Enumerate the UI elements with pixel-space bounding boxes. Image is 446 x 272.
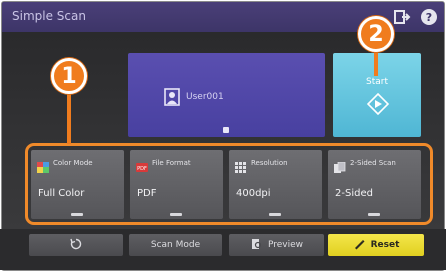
setting-two-sided-scan[interactable]: 2-Sided Scan 2-Sided — [328, 150, 421, 219]
card-indicator — [71, 213, 83, 216]
start-label: Start — [366, 77, 388, 87]
app-title: Simple Scan — [12, 9, 86, 23]
card-value: 2-Sided — [335, 188, 373, 199]
user-name: User001 — [186, 92, 224, 102]
user-tile[interactable]: User001 — [128, 53, 325, 137]
svg-text:PDF: PDF — [137, 166, 147, 172]
two-sided-icon — [334, 158, 346, 173]
card-value: 400dpi — [236, 188, 271, 199]
home-icon — [70, 238, 82, 253]
setting-file-format[interactable]: PDF File Format PDF — [130, 150, 223, 219]
card-value: PDF — [137, 188, 157, 199]
svg-text:?: ? — [426, 11, 432, 24]
user-indicator — [223, 127, 229, 133]
reset-icon — [353, 238, 365, 253]
preview-label: Preview — [267, 240, 304, 250]
file-format-icon: PDF — [136, 158, 148, 172]
callout-1-badge: 1 — [51, 58, 87, 94]
card-title: Resolution — [251, 159, 288, 167]
home-button[interactable] — [29, 234, 123, 256]
card-header: Resolution — [235, 157, 288, 173]
scan-mode-label: Scan Mode — [150, 240, 201, 250]
reset-label: Reset — [370, 240, 400, 250]
user-avatar-icon — [164, 88, 180, 106]
card-value: Full Color — [38, 188, 85, 199]
setting-color-mode[interactable]: Color Mode Full Color — [31, 150, 124, 219]
card-indicator — [269, 213, 281, 216]
scan-mode-button[interactable]: Scan Mode — [129, 234, 222, 256]
reset-button[interactable]: Reset — [328, 234, 424, 256]
preview-button[interactable]: Preview — [229, 234, 324, 256]
card-header: Color Mode — [37, 157, 93, 173]
card-title: File Format — [152, 159, 191, 167]
card-title: 2-Sided Scan — [350, 159, 396, 167]
start-icon — [366, 92, 390, 116]
card-indicator — [368, 213, 380, 216]
help-icon[interactable]: ? — [420, 8, 438, 26]
setting-resolution[interactable]: Resolution 400dpi — [229, 150, 322, 219]
card-header: PDF File Format — [136, 157, 191, 172]
card-title: Color Mode — [53, 159, 93, 167]
resolution-icon — [235, 158, 247, 173]
card-indicator — [170, 213, 182, 216]
callout-2-badge: 2 — [358, 16, 394, 52]
callout-1-leader — [67, 94, 71, 144]
color-mode-icon — [37, 158, 49, 173]
logout-icon[interactable] — [393, 8, 411, 26]
preview-icon — [250, 238, 262, 253]
callout-2-leader — [374, 52, 378, 76]
card-header: 2-Sided Scan — [334, 157, 396, 173]
